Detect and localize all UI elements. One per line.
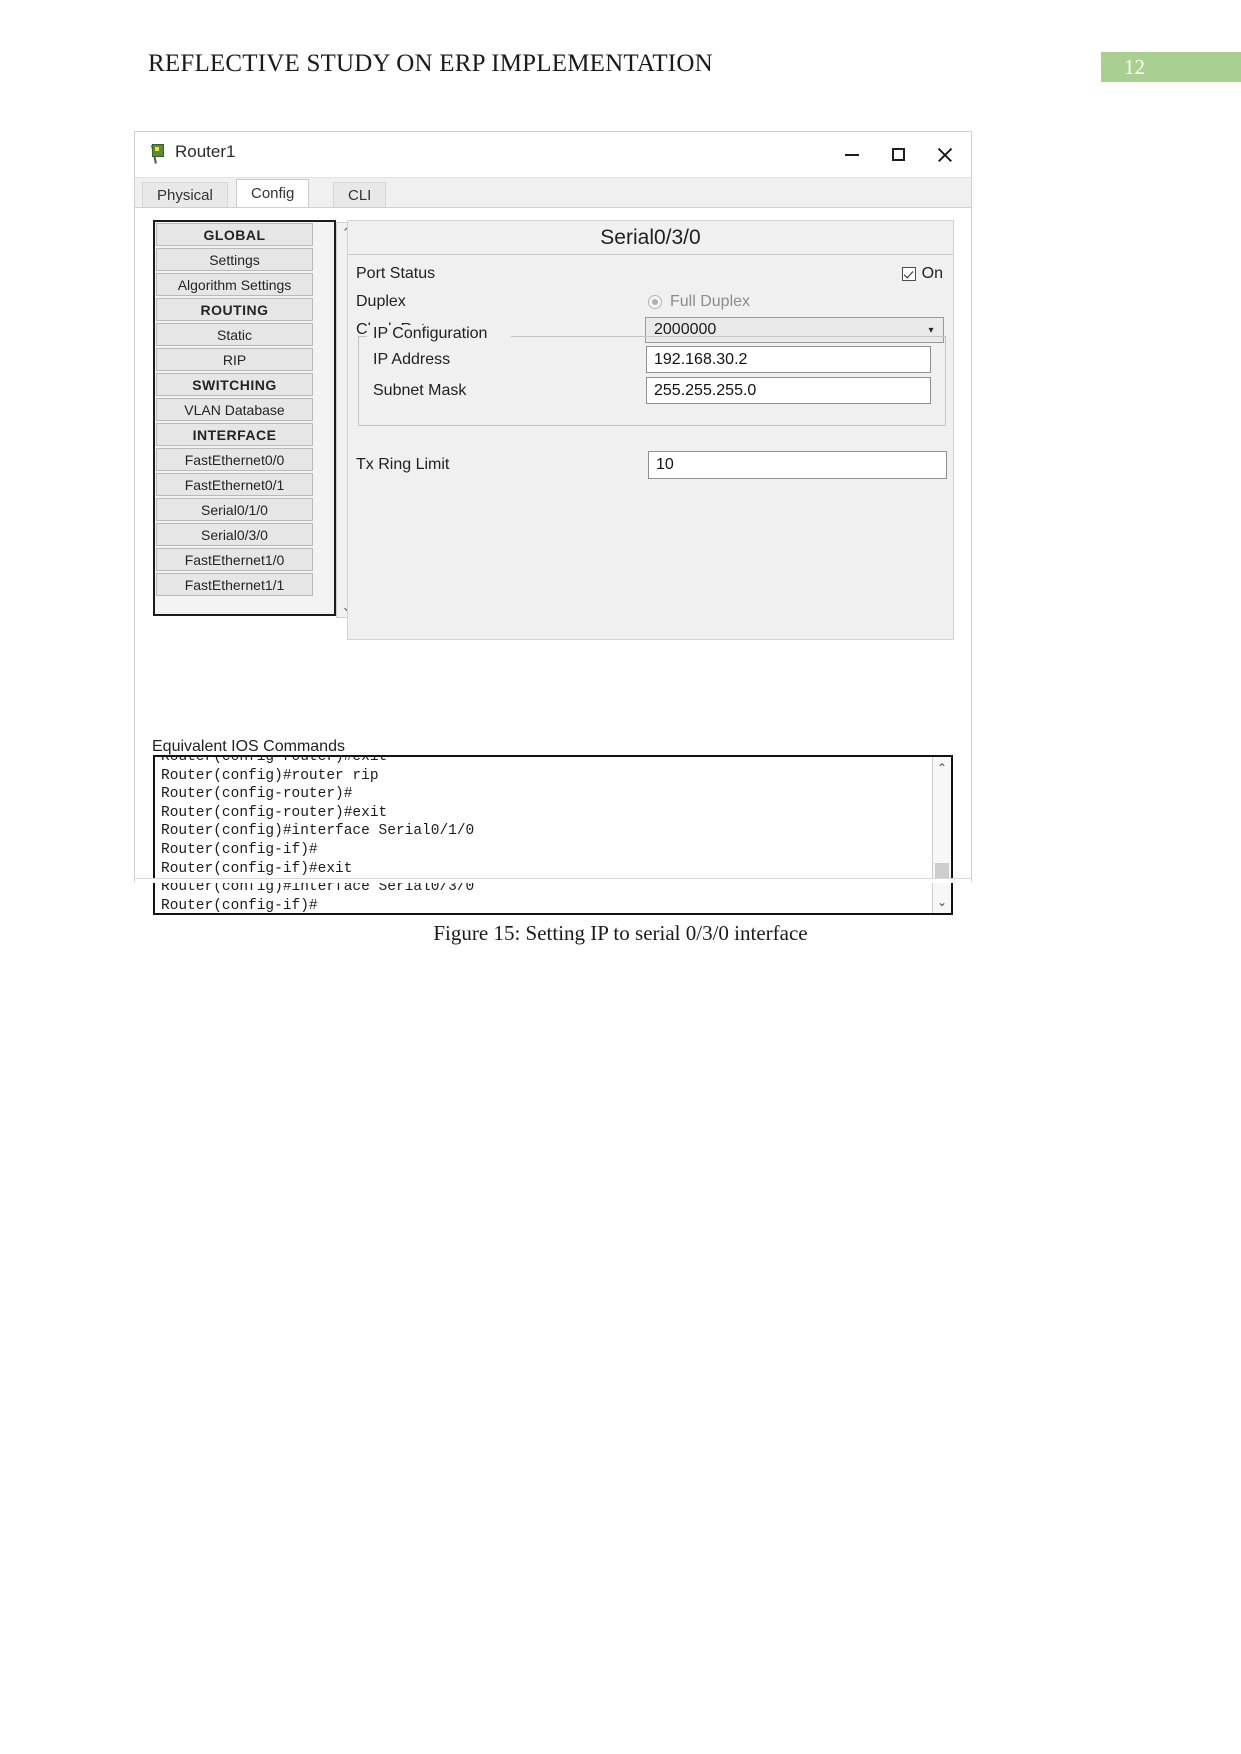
interface-panel-title: Serial0/3/0 — [348, 221, 953, 255]
sidebar-item-rip[interactable]: RIP — [156, 348, 313, 371]
ios-line: Router(config)#interface Serial0/1/0 — [161, 823, 475, 840]
sidebar-item-fastethernet1-1[interactable]: FastEthernet1/1 — [156, 573, 313, 596]
subnet-mask-input[interactable]: 255.255.255.0 — [646, 377, 931, 404]
sidebar-item-routing: ROUTING — [156, 298, 313, 321]
ios-line: Router(config-if)# — [161, 897, 318, 914]
duplex-row: Duplex Full Duplex — [348, 289, 953, 317]
packet-tracer-router-icon — [149, 144, 168, 164]
sidebar-item-settings[interactable]: Settings — [156, 248, 313, 271]
sidebar-item-static[interactable]: Static — [156, 323, 313, 346]
full-duplex-radio[interactable]: Full Duplex — [648, 293, 750, 311]
ip-address-label: IP Address — [373, 351, 451, 368]
tx-ring-limit-label: Tx Ring Limit — [356, 456, 450, 473]
sidebar-item-fastethernet0-0[interactable]: FastEthernet0/0 — [156, 448, 313, 471]
sidebar-item-switching: SWITCHING — [156, 373, 313, 396]
tab-cli[interactable]: CLI — [333, 182, 387, 207]
ios-line: Router(config-router)# — [161, 786, 353, 803]
page-title: REFLECTIVE STUDY ON ERP IMPLEMENTATION — [148, 50, 713, 77]
ip-configuration-group: IP Configuration IP Address 192.168.30.2… — [358, 325, 946, 426]
ios-line: Router(config-if)# — [161, 841, 318, 858]
radio-selected-icon — [648, 295, 662, 309]
chevron-down-icon: ▾ — [928, 324, 934, 336]
ip-configuration-legend: IP Configuration — [367, 325, 494, 343]
minimize-icon — [845, 153, 859, 156]
ios-line: Router(config)#router rip — [161, 767, 379, 784]
equivalent-ios-commands-box[interactable]: Router(config-router)#exit Router(config… — [153, 755, 953, 915]
close-button[interactable] — [921, 132, 967, 177]
tabstrip: Physical Config CLI — [135, 178, 971, 208]
subnet-mask-row: Subnet Mask 255.255.255.0 — [359, 377, 945, 406]
config-sidebar-list: GLOBAL Settings Algorithm Settings ROUTI… — [156, 223, 313, 598]
sidebar-item-serial0-3-0[interactable]: Serial0/3/0 — [156, 523, 313, 546]
port-status-checkbox[interactable]: On — [901, 265, 943, 283]
tab-physical[interactable]: Physical — [142, 182, 228, 207]
sidebar-item-fastethernet0-1[interactable]: FastEthernet0/1 — [156, 473, 313, 496]
minimize-button[interactable] — [829, 132, 875, 177]
scroll-down-icon[interactable]: ⌄ — [933, 893, 951, 911]
interface-config-panel: Serial0/3/0 Port Status On Duplex Full D… — [347, 220, 954, 640]
sidebar-item-vlan-database[interactable]: VLAN Database — [156, 398, 313, 421]
window-title: Router1 — [175, 142, 236, 161]
close-icon — [936, 147, 952, 163]
port-status-checkbox-label: On — [921, 265, 943, 282]
ios-command-lines: Router(config-router)#exit Router(config… — [161, 755, 921, 914]
window-body: GLOBAL Settings Algorithm Settings ROUTI… — [135, 208, 971, 915]
checkbox-checked-icon — [901, 267, 916, 281]
subnet-mask-label: Subnet Mask — [373, 382, 467, 399]
ip-address-row: IP Address 192.168.30.2 — [359, 346, 945, 375]
figure-caption: Figure 15: Setting IP to serial 0/3/0 in… — [433, 921, 808, 945]
sidebar-item-fastethernet1-0[interactable]: FastEthernet1/0 — [156, 548, 313, 571]
maximize-icon — [891, 148, 905, 161]
router-config-window: Router1 Physical Config CLI GLOBAL Setti… — [134, 131, 972, 915]
equivalent-ios-commands-label: Equivalent IOS Commands — [152, 738, 345, 755]
ios-scrollbar[interactable]: ⌃ ⌄ — [932, 757, 951, 913]
ios-line: Router(config-if)#exit — [161, 860, 353, 877]
sidebar-item-global: GLOBAL — [156, 223, 313, 246]
scrollbar-thumb[interactable] — [935, 863, 949, 879]
port-status-label: Port Status — [356, 265, 436, 282]
ip-address-input[interactable]: 192.168.30.2 — [646, 346, 931, 373]
page-number-badge: 12 — [1101, 52, 1241, 82]
window-controls — [829, 132, 967, 177]
full-duplex-label: Full Duplex — [670, 293, 751, 310]
page-number: 12 — [1124, 55, 1145, 79]
duplex-label: Duplex — [356, 293, 406, 310]
sidebar-item-serial0-1-0[interactable]: Serial0/1/0 — [156, 498, 313, 521]
sidebar-item-interface: INTERFACE — [156, 423, 313, 446]
maximize-button[interactable] — [875, 132, 921, 177]
ios-line: Router(config-router)#exit — [161, 804, 388, 821]
tab-config[interactable]: Config — [236, 179, 310, 207]
document-header: REFLECTIVE STUDY ON ERP IMPLEMENTATION 1… — [0, 48, 1241, 88]
window-titlebar: Router1 — [135, 132, 971, 178]
ios-line: Router(config-router)#exit — [161, 755, 388, 765]
tx-ring-limit-row: Tx Ring Limit 10 — [356, 451, 947, 481]
sidebar-item-algorithm-settings[interactable]: Algorithm Settings — [156, 273, 313, 296]
scroll-up-icon[interactable]: ⌃ — [933, 759, 951, 777]
config-sidebar: GLOBAL Settings Algorithm Settings ROUTI… — [153, 220, 358, 618]
tx-ring-limit-input[interactable]: 10 — [648, 451, 947, 479]
window-bottom-edge — [135, 878, 971, 883]
port-status-row: Port Status On — [348, 261, 953, 289]
